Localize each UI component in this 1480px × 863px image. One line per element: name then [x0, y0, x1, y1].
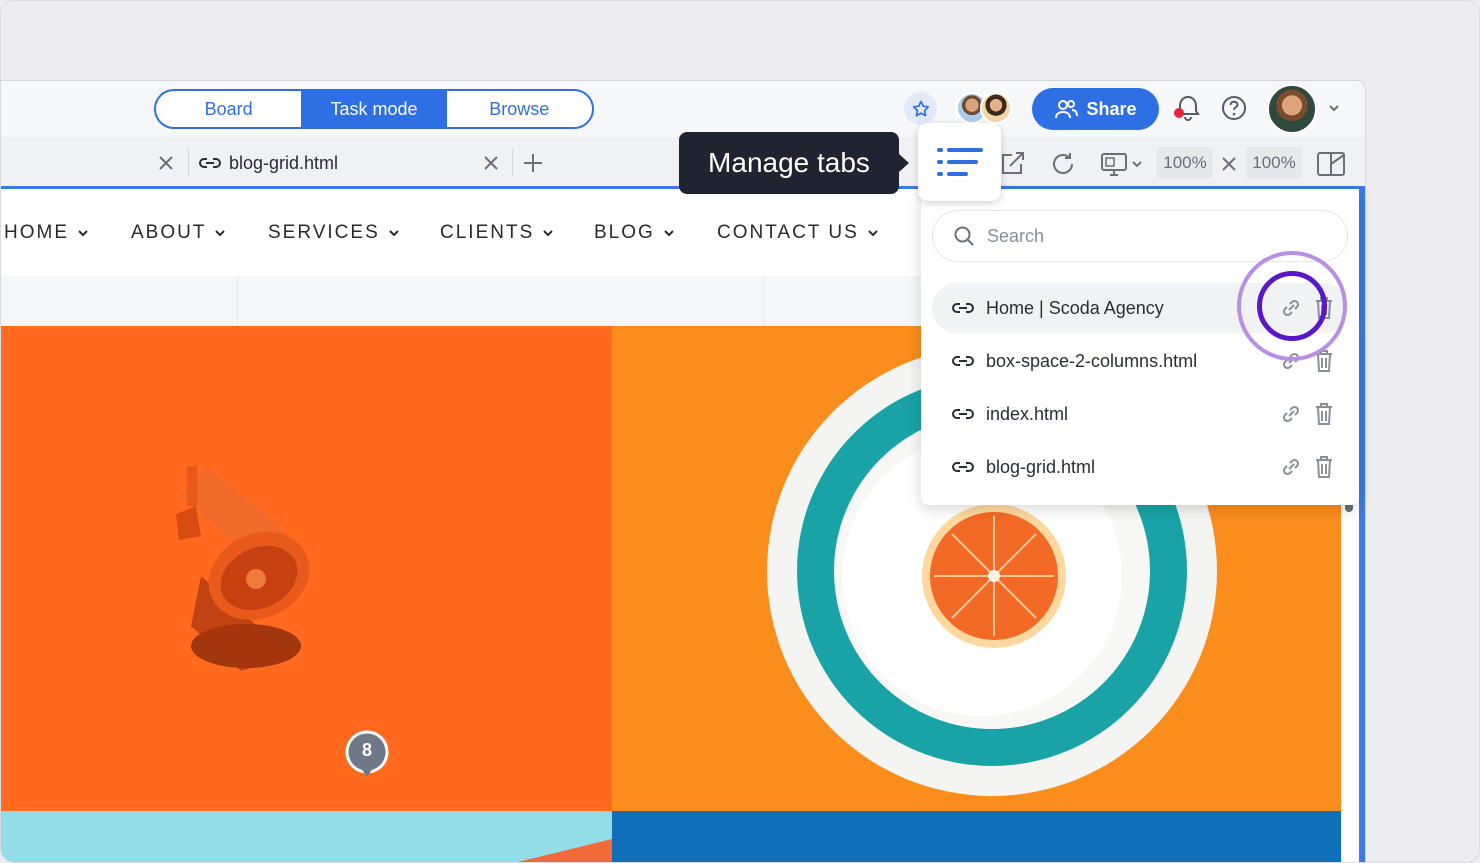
link-icon	[199, 158, 221, 168]
chevron-down-icon	[389, 230, 399, 237]
chevron-down-icon	[78, 230, 88, 237]
mode-board-button[interactable]: Board	[156, 91, 301, 127]
megaphone-image[interactable]	[1, 326, 612, 811]
chevron-down-icon	[868, 230, 878, 237]
help-icon[interactable]	[1220, 94, 1248, 122]
tab-list-item[interactable]: index.html	[932, 389, 1348, 439]
comment-count: 8	[361, 740, 372, 760]
nav-label: CONTACT US	[717, 222, 859, 243]
plus-icon[interactable]	[522, 152, 544, 174]
chevron-down-icon	[664, 230, 674, 237]
nav-item-blog[interactable]: BLOG	[594, 222, 675, 244]
users-icon	[1055, 100, 1079, 119]
trash-icon[interactable]	[1314, 402, 1334, 426]
preview-border	[1359, 189, 1365, 862]
notification-dot	[1174, 108, 1184, 118]
times-icon	[1222, 157, 1236, 171]
height-field[interactable]: 100%	[1246, 147, 1302, 179]
tab-list-label: Home | Scoda Agency	[986, 297, 1164, 318]
tab-list-item[interactable]: blog-grid.html	[932, 442, 1348, 492]
manage-tabs-button[interactable]	[918, 123, 1001, 201]
tab-list-item[interactable]: Home | Scoda Agency	[932, 283, 1348, 333]
nav-label: CLIENTS	[440, 222, 535, 243]
nav-label: SERVICES	[268, 222, 380, 243]
tab-divider	[512, 149, 513, 177]
refresh-icon[interactable]	[1049, 150, 1077, 178]
manage-tabs-tooltip: Manage tabs	[679, 132, 909, 194]
bell-icon[interactable]	[1173, 93, 1203, 123]
nav-item-home[interactable]: HOME	[4, 222, 89, 244]
chevron-down-icon[interactable]	[1327, 101, 1341, 115]
user-avatar[interactable]	[1267, 84, 1317, 134]
tab-list-label: box-space-2-columns.html	[986, 350, 1198, 371]
share-label: Share	[1086, 98, 1137, 119]
tab-divider	[188, 149, 189, 177]
nav-label: BLOG	[594, 222, 655, 243]
trash-icon[interactable]	[1314, 455, 1334, 479]
copy-link-icon[interactable]	[1280, 455, 1302, 479]
tab-blog-grid[interactable]: blog-grid.html	[199, 149, 338, 177]
search-input[interactable]: Search	[932, 210, 1348, 262]
nav-item-clients[interactable]: CLIENTS	[440, 222, 554, 244]
megaphone-illustration	[176, 466, 310, 671]
close-icon[interactable]	[482, 154, 500, 172]
nav-label: HOME	[4, 222, 69, 243]
mode-switch: Board Task mode Browse	[154, 89, 594, 129]
tab-list-label: blog-grid.html	[986, 456, 1096, 477]
tab-list-label: index.html	[986, 403, 1069, 424]
share-button[interactable]: Share	[1032, 88, 1159, 130]
top-bar: Board Task mode Browse Share	[1, 81, 1365, 137]
tab-label: blog-grid.html	[229, 152, 339, 173]
search-placeholder: Search	[987, 225, 1045, 246]
link-icon	[952, 303, 974, 313]
width-field[interactable]: 100%	[1157, 147, 1213, 179]
search-icon	[954, 226, 974, 246]
link-icon	[952, 409, 974, 419]
chevron-down-icon	[215, 230, 226, 237]
close-icon[interactable]	[157, 154, 175, 172]
copy-link-icon[interactable]	[1280, 296, 1302, 320]
trash-icon[interactable]	[1314, 349, 1334, 373]
link-icon	[952, 356, 974, 366]
next-image-left[interactable]	[1, 811, 612, 862]
nav-item-services[interactable]: SERVICES	[268, 222, 400, 244]
nav-item-contact[interactable]: CONTACT US	[717, 222, 879, 244]
tab-manager-dropdown: Search Home | Scoda Agency box-space-2-c…	[921, 189, 1359, 505]
copy-link-icon[interactable]	[1280, 402, 1302, 426]
trash-icon[interactable]	[1314, 296, 1334, 320]
nav-label: ABOUT	[131, 222, 207, 243]
favorite-button[interactable]	[904, 92, 937, 125]
collaborator-avatars[interactable]	[956, 92, 1012, 126]
next-image-right[interactable]	[612, 811, 1341, 862]
mode-task-button[interactable]: Task mode	[301, 91, 447, 127]
nav-item-about[interactable]: ABOUT	[131, 222, 226, 244]
star-icon	[912, 100, 929, 116]
device-select-icon[interactable]	[1100, 150, 1146, 178]
link-icon	[952, 462, 974, 472]
open-external-icon[interactable]	[998, 150, 1026, 178]
list-icon	[936, 148, 983, 176]
panel-toggle-icon[interactable]	[1316, 150, 1346, 178]
tab-list-item[interactable]: box-space-2-columns.html	[932, 336, 1348, 386]
chevron-down-icon	[543, 230, 553, 237]
copy-link-icon[interactable]	[1280, 349, 1302, 373]
avatar	[980, 92, 1012, 124]
mode-browse-button[interactable]: Browse	[447, 91, 592, 127]
comment-pin[interactable]: 8	[345, 730, 389, 780]
window-frame: Board Task mode Browse Share blog-grid.h…	[0, 0, 1480, 863]
